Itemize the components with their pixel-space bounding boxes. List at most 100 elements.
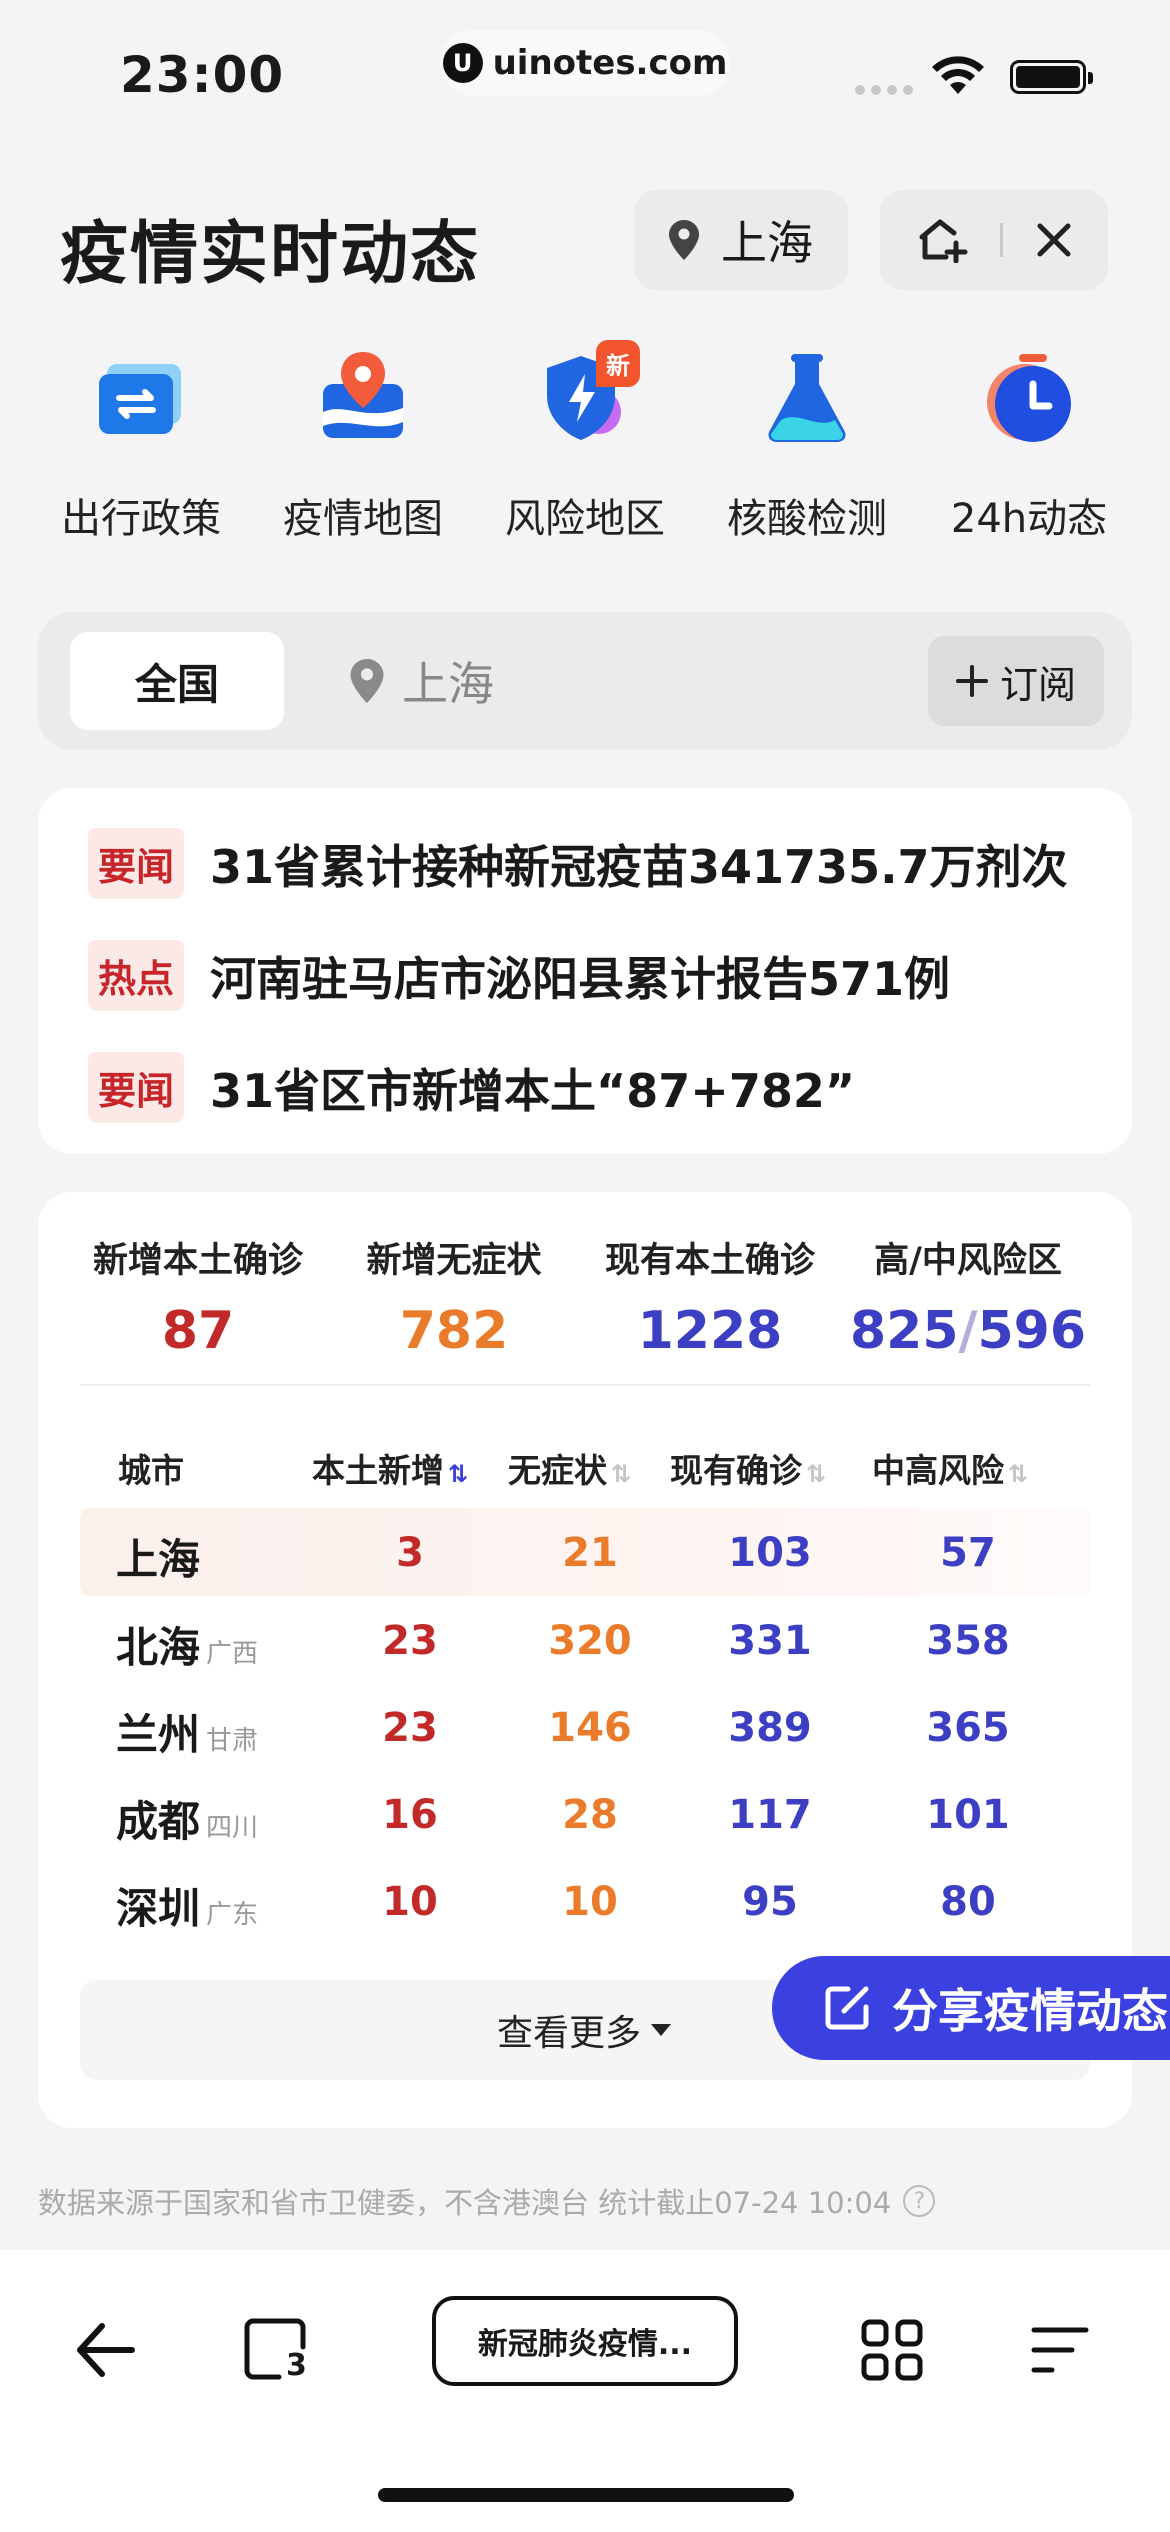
capsule-actions	[880, 190, 1108, 290]
flask-icon	[768, 354, 846, 442]
page-title: 疫情实时动态	[60, 215, 481, 294]
subscribe-button[interactable]: 订阅	[928, 636, 1104, 726]
apps-button[interactable]	[842, 2300, 942, 2400]
tab-city[interactable]: 上海	[350, 632, 494, 730]
sort-icon: ⇅	[1008, 1460, 1029, 1488]
clock-icon	[987, 354, 1071, 442]
tab-city-label: 上海	[402, 657, 494, 711]
cell-risk: 80	[940, 1879, 996, 1925]
url-pill[interactable]: U uinotes.com	[440, 30, 730, 96]
quick-links: 出行政策 疫情地图 新 风险地区 核酸检测 24h动态	[30, 340, 1140, 550]
quick-link-24h-news[interactable]: 24h动态	[918, 350, 1140, 550]
location-pin-icon	[669, 220, 699, 260]
page-title-pill[interactable]: 新冠肺炎疫情...	[432, 2296, 738, 2386]
capsule-divider	[1000, 223, 1004, 257]
data-source-note: 数据来源于国家和省市卫健委，不含港澳台 统计截止07-24 10:04 ?	[38, 2180, 936, 2222]
stat-label: 新增本土确诊	[92, 1241, 303, 1281]
city-name: 成都 四川	[116, 1797, 259, 1846]
stat-value-mid: 596	[977, 1301, 1087, 1361]
cell-new-local: 16	[382, 1792, 438, 1838]
cell-risk: 358	[926, 1618, 1010, 1664]
cell-risk: 101	[926, 1792, 1010, 1838]
battery-icon	[1010, 60, 1093, 94]
quick-link-travel-policy[interactable]: 出行政策	[30, 350, 252, 550]
url-text: uinotes.com	[492, 43, 728, 83]
stat-value-high: 825	[849, 1301, 959, 1361]
header-label: 现有确诊	[670, 1451, 802, 1490]
cell-asymptomatic: 10	[562, 1879, 618, 1925]
menu-icon	[1031, 2327, 1089, 2373]
stat-new-asymptomatic: 新增无症状 782	[334, 1232, 574, 1361]
view-more-label: 查看更多	[496, 2013, 641, 2054]
menu-button[interactable]	[1010, 2300, 1110, 2400]
data-source-text: 数据来源于国家和省市卫健委，不含港澳台 统计截止07-24 10:04	[38, 2186, 892, 2220]
news-tag: 要闻	[88, 1052, 185, 1123]
stat-value: 87	[161, 1301, 235, 1361]
new-badge: 新	[596, 340, 640, 387]
page-title-pill-label: 新冠肺炎疫情...	[477, 2327, 693, 2362]
stat-new-local-confirmed: 新增本土确诊 87	[78, 1232, 318, 1361]
cell-current: 331	[728, 1618, 812, 1664]
add-home-icon[interactable]	[916, 217, 968, 263]
close-icon[interactable]	[1036, 222, 1072, 258]
stat-label: 新增无症状	[366, 1241, 542, 1281]
sort-icon: ⇅	[611, 1460, 632, 1488]
stat-value: 1228	[637, 1301, 783, 1361]
status-time: 23:00	[120, 46, 285, 104]
column-header-city: 城市	[118, 1451, 184, 1490]
news-headline: 河南驻马店市泌阳县累计报告571例	[210, 951, 951, 1006]
city-name: 上海	[116, 1535, 201, 1584]
tab-count: 3	[286, 2348, 307, 2383]
stat-separator: /	[958, 1301, 978, 1361]
table-row[interactable]: 深圳 广东 10 10 95 80	[80, 1857, 1090, 1945]
column-header-current[interactable]: 现有确诊 ⇅	[670, 1444, 826, 1492]
news-headline: 31省累计接种新冠疫苗341735.7万剂次	[210, 839, 1068, 894]
grid-icon	[861, 2319, 923, 2381]
stat-value: 782	[399, 1301, 509, 1361]
stat-risk-areas: 高/中风险区 825/596	[848, 1232, 1088, 1361]
news-item[interactable]: 热点 河南驻马店市泌阳县累计报告571例	[88, 940, 950, 1011]
sort-icon: ⇅	[806, 1460, 827, 1488]
news-item[interactable]: 要闻 31省累计接种新冠疫苗341735.7万剂次	[88, 828, 1068, 899]
share-edit-icon	[825, 1986, 869, 2030]
tab-national[interactable]: 全国	[70, 632, 284, 730]
cell-asymptomatic: 21	[562, 1530, 618, 1576]
quick-link-label: 核酸检测	[727, 496, 887, 542]
quick-link-label: 出行政策	[61, 496, 221, 542]
help-icon[interactable]: ?	[903, 2185, 936, 2217]
stat-label: 现有本土确诊	[604, 1241, 815, 1281]
divider	[80, 1384, 1090, 1386]
cell-new-local: 3	[396, 1530, 424, 1576]
quick-link-nucleic-test[interactable]: 核酸检测	[696, 350, 918, 550]
home-indicator	[378, 2488, 794, 2502]
table-row[interactable]: 成都 四川 16 28 117 101	[80, 1770, 1090, 1858]
column-header-new-local[interactable]: 本土新增 ⇅	[312, 1444, 468, 1492]
table-row[interactable]: 北海 广西 23 320 331 358	[80, 1596, 1090, 1684]
cell-new-local: 10	[382, 1879, 438, 1925]
site-logo-icon: U	[442, 43, 483, 83]
share-label: 分享疫情动态	[892, 1984, 1168, 2038]
quick-link-epidemic-map[interactable]: 疫情地图	[252, 350, 474, 550]
share-button[interactable]: 分享疫情动态	[772, 1956, 1170, 2060]
map-pin-icon	[323, 352, 403, 438]
cell-current: 95	[742, 1879, 798, 1925]
tabs-button[interactable]: 3	[228, 2300, 328, 2400]
quick-link-label: 24h动态	[950, 496, 1108, 542]
quick-link-risk-areas[interactable]: 新 风险地区	[474, 340, 696, 550]
news-card: 要闻 31省累计接种新冠疫苗341735.7万剂次 热点 河南驻马店市泌阳县累计…	[38, 788, 1132, 1154]
column-header-risk[interactable]: 中高风险 ⇅	[872, 1444, 1028, 1492]
cell-risk: 365	[926, 1705, 1010, 1751]
sort-icon: ⇅	[448, 1460, 469, 1488]
column-header-asymptomatic[interactable]: 无症状 ⇅	[508, 1444, 631, 1492]
signal-icon	[855, 85, 913, 95]
caret-down-icon	[651, 2024, 671, 2036]
table-row[interactable]: 上海 3 21 103 57	[80, 1508, 1090, 1596]
location-label: 上海	[721, 216, 813, 270]
header-label: 本土新增	[312, 1451, 444, 1490]
location-button[interactable]: 上海	[634, 190, 848, 290]
table-row[interactable]: 兰州 甘肃 23 146 389 365	[80, 1683, 1090, 1771]
back-button[interactable]	[56, 2300, 156, 2400]
cell-current: 103	[728, 1530, 812, 1576]
wifi-icon	[932, 56, 984, 94]
news-item[interactable]: 要闻 31省区市新增本土“87+782”	[88, 1052, 855, 1123]
